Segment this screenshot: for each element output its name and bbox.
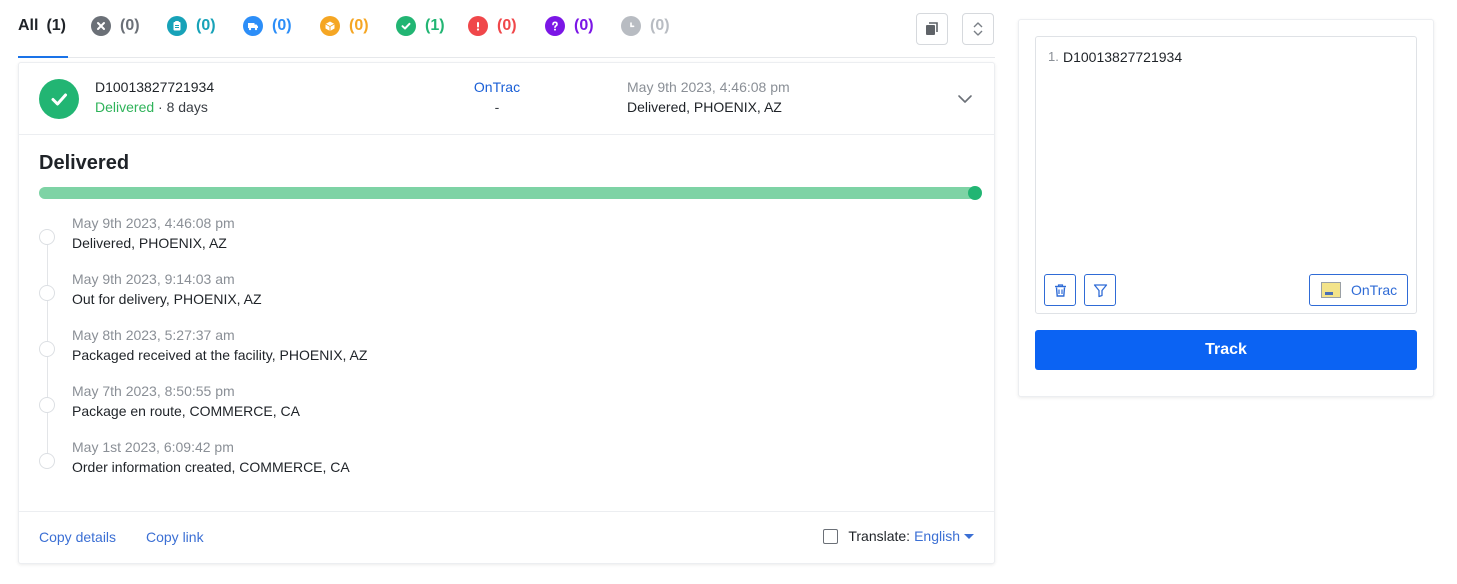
- box-icon: [320, 16, 340, 36]
- tracking-input-panel: 1. D10013827721934 OnTrac Track: [1018, 19, 1434, 397]
- translate-checkbox[interactable]: [823, 528, 839, 544]
- language-select[interactable]: English: [914, 528, 974, 544]
- check-circle-icon: [396, 16, 416, 36]
- event-description: Packaged received at the facility, PHOEN…: [72, 347, 368, 363]
- event-time: May 1st 2023, 6:09:42 pm: [72, 439, 234, 455]
- event-description: Package en route, COMMERCE, CA: [72, 403, 300, 419]
- status-summary: Delivered · 8 days: [95, 99, 208, 115]
- event-description: Order information created, COMMERCE, CA: [72, 459, 350, 475]
- event-time: May 8th 2023, 5:27:37 am: [72, 327, 235, 343]
- event-description: Delivered, PHOENIX, AZ: [72, 235, 227, 251]
- copy-all-button[interactable]: [916, 13, 948, 45]
- tabs-divider: [18, 57, 995, 58]
- copy-details-link[interactable]: Copy details: [39, 529, 116, 545]
- tab-out-for-delivery[interactable]: (0): [320, 13, 369, 39]
- latest-event-location: Delivered, PHOENIX, AZ: [627, 99, 782, 115]
- tracking-input-value: D10013827721934: [1063, 49, 1183, 65]
- translate-label: Translate:: [848, 528, 911, 544]
- timeline-event: May 1st 2023, 6:09:42 pm Order informati…: [39, 437, 939, 487]
- tab-count: (1): [425, 17, 445, 34]
- tab-count: (0): [349, 17, 369, 34]
- tracking-numbers-textarea[interactable]: 1. D10013827721934 OnTrac: [1035, 36, 1417, 314]
- track-button[interactable]: Track: [1035, 330, 1417, 370]
- tab-delivered[interactable]: (1): [396, 13, 445, 39]
- timeline-dot: [39, 453, 55, 469]
- event-time: May 9th 2023, 9:14:03 am: [72, 271, 235, 287]
- tab-count: (0): [196, 17, 216, 34]
- clear-button[interactable]: [1044, 274, 1076, 306]
- tab-exception[interactable]: (0): [468, 13, 517, 39]
- carrier-select-button[interactable]: OnTrac: [1309, 274, 1408, 306]
- clock-icon: [621, 16, 641, 36]
- line-number: 1.: [1048, 49, 1059, 64]
- tab-count: (0): [272, 17, 292, 34]
- tab-all-count: (1): [46, 17, 67, 34]
- tab-in-transit[interactable]: (0): [243, 13, 292, 39]
- truck-icon: [243, 16, 263, 36]
- ontrac-logo-icon: [1321, 282, 1341, 298]
- filter-button[interactable]: [1084, 274, 1116, 306]
- tab-count: (0): [650, 17, 670, 34]
- tab-count: (0): [574, 17, 594, 34]
- timeline-event: May 7th 2023, 8:50:55 pm Package en rout…: [39, 381, 939, 431]
- delivery-progress-bar: [39, 186, 982, 200]
- tab-unknown[interactable]: (0): [545, 13, 594, 39]
- timeline-dot: [39, 229, 55, 245]
- timeline-event: May 9th 2023, 4:46:08 pm Delivered, PHOE…: [39, 213, 939, 263]
- x-circle-icon: [91, 16, 111, 36]
- latest-event-time: May 9th 2023, 4:46:08 pm: [627, 79, 790, 95]
- tab-all-label: All: [18, 17, 39, 34]
- tab-info-received[interactable]: (0): [167, 13, 216, 39]
- progress-fill: [39, 187, 975, 199]
- timeline-dot: [39, 397, 55, 413]
- tab-count: (0): [497, 17, 517, 34]
- status-filter-tabs: All (1) (0) (0) (0) (0) (1) (0) (0) (0): [18, 0, 995, 58]
- carrier-subtext: -: [494, 99, 500, 115]
- tab-count: (0): [120, 17, 140, 34]
- event-description: Out for delivery, PHOENIX, AZ: [72, 291, 262, 307]
- shipment-summary[interactable]: D10013827721934 Delivered · 8 days OnTra…: [19, 63, 994, 135]
- translate-control: Translate: English: [823, 528, 974, 544]
- copy-link-link[interactable]: Copy link: [146, 529, 204, 545]
- language-value: English: [914, 528, 960, 544]
- chevron-down-icon[interactable]: [955, 89, 975, 109]
- active-tab-indicator: [18, 56, 68, 58]
- detail-status-title: Delivered: [39, 152, 130, 174]
- card-footer: Copy details Copy link Translate: Englis…: [19, 511, 994, 563]
- tracking-number: D10013827721934: [95, 79, 215, 95]
- tab-expired[interactable]: (0): [621, 13, 670, 39]
- alert-icon: [468, 16, 488, 36]
- status-text: Delivered: [95, 99, 155, 115]
- caret-down-icon: [964, 533, 974, 539]
- question-icon: [545, 16, 565, 36]
- copy-icon: [924, 21, 940, 37]
- shipment-card: D10013827721934 Delivered · 8 days OnTra…: [18, 62, 995, 564]
- carrier-name[interactable]: OnTrac: [439, 79, 555, 95]
- expand-collapse-button[interactable]: [962, 13, 994, 45]
- trash-icon: [1053, 283, 1068, 298]
- clipboard-icon: [167, 16, 187, 36]
- tab-exception-cancelled[interactable]: (0): [91, 13, 140, 39]
- delivered-status-icon: [39, 79, 79, 119]
- timeline-event: May 9th 2023, 9:14:03 am Out for deliver…: [39, 269, 939, 319]
- expand-collapse-icon: [970, 21, 986, 37]
- transit-duration: · 8 days: [154, 99, 208, 115]
- tab-all[interactable]: All (1): [18, 13, 66, 39]
- filter-icon: [1093, 283, 1108, 298]
- timeline-dot: [39, 285, 55, 301]
- event-time: May 7th 2023, 8:50:55 pm: [72, 383, 235, 399]
- progress-dot: [968, 186, 982, 200]
- timeline-dot: [39, 341, 55, 357]
- event-time: May 9th 2023, 4:46:08 pm: [72, 215, 235, 231]
- carrier-button-label: OnTrac: [1351, 282, 1398, 298]
- timeline-event: May 8th 2023, 5:27:37 am Packaged receiv…: [39, 325, 939, 375]
